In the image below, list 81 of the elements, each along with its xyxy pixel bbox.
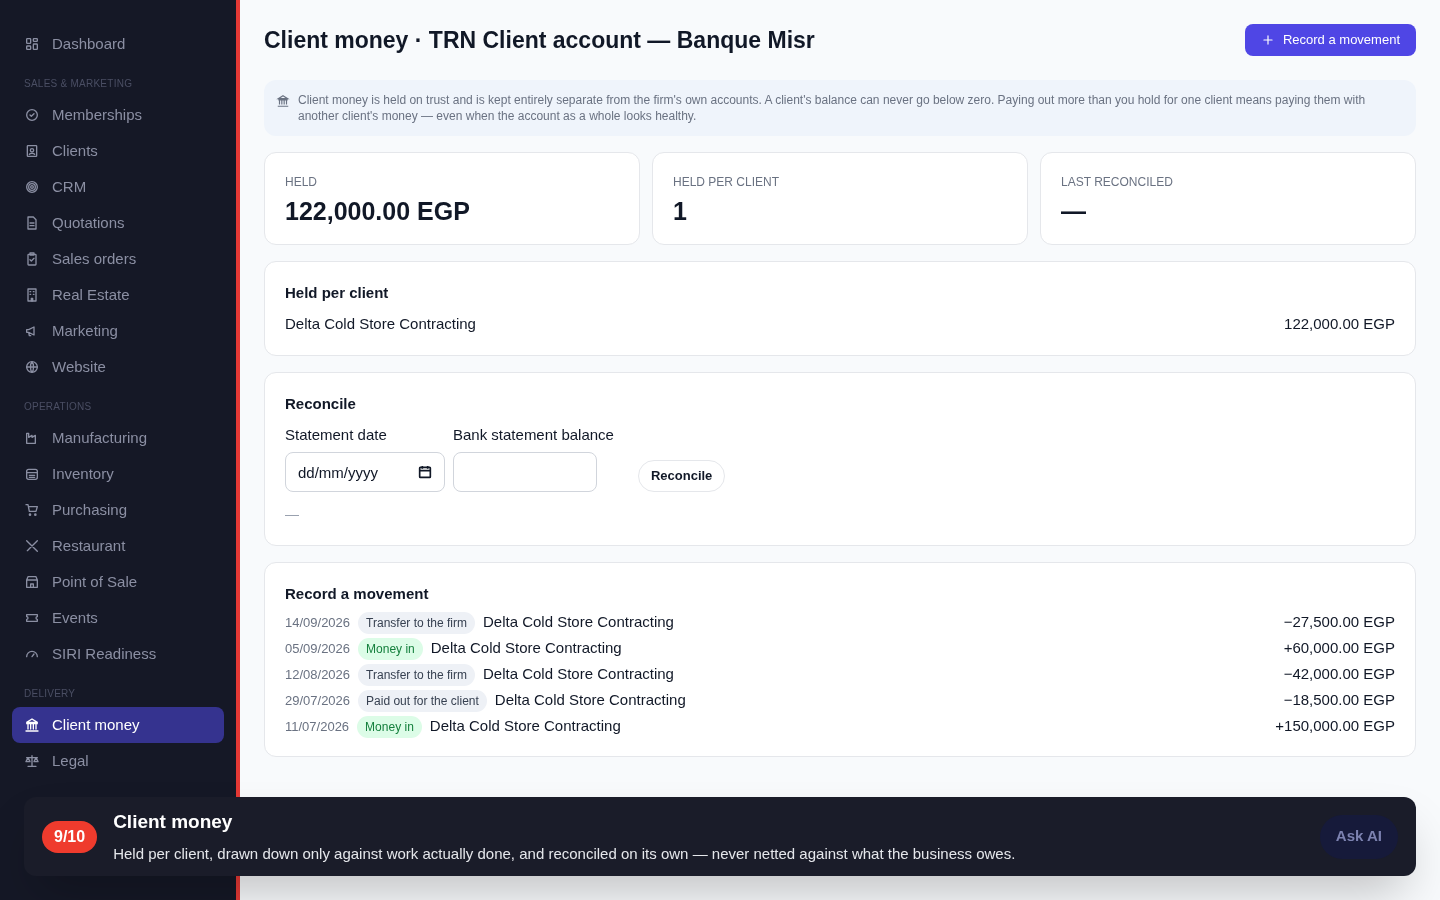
sidebar-item[interactable]: Marketing — [12, 313, 224, 349]
sidebar-item[interactable]: CRM — [12, 169, 224, 205]
stat-value: 1 — [673, 196, 688, 227]
sidebar-item[interactable]: Restaurant — [12, 528, 224, 564]
movement-amount: −42,000.00 EGP — [1283, 664, 1395, 685]
movement-date: 12/08/2026 — [285, 665, 351, 684]
card-title: Reconcile — [285, 394, 357, 414]
client-name: Delta Cold Store Contracting — [285, 313, 476, 334]
movement-date: 05/09/2026 — [285, 639, 351, 658]
movement-client: Delta Cold Store Contracting — [494, 690, 686, 711]
bank-icon — [24, 717, 40, 733]
step-badge: 9/10 — [42, 820, 98, 853]
movement-amount: −18,500.00 EGP — [1283, 690, 1395, 711]
sidebar-item[interactable]: Real Estate — [12, 277, 224, 313]
stat-label: LAST RECONCILED — [1061, 174, 1174, 191]
sidebar-item[interactable]: Inventory — [12, 456, 224, 492]
movement-date: 14/09/2026 — [285, 613, 351, 632]
movement-client: Delta Cold Store Contracting — [430, 638, 622, 659]
plus-icon — [1260, 33, 1275, 47]
movement-amount: +60,000.00 EGP — [1283, 638, 1395, 659]
client-amount: 122,000.00 EGP — [1284, 313, 1395, 334]
id-badge-icon — [24, 143, 40, 159]
stat-label: HELD — [285, 174, 318, 191]
movement-client: Delta Cold Store Contracting — [483, 664, 674, 685]
stat-value: 122,000.00 EGP — [285, 196, 471, 227]
tour-title: Client money — [113, 810, 234, 834]
sidebar-item[interactable]: Client money — [12, 707, 224, 743]
movement-type-tag: Money in — [357, 715, 422, 738]
page-title: Client money · TRN Client account — Banque Misr — [264, 25, 815, 55]
section-heading: SALES & MARKETING — [23, 77, 134, 91]
sidebar-item[interactable]: SIRI Readiness — [12, 636, 224, 672]
card-title: Record a movement — [285, 584, 430, 604]
movement-client: Delta Cold Store Contracting — [429, 716, 621, 737]
sidebar-item[interactable]: Manufacturing — [12, 420, 224, 456]
sidebar-item[interactable]: Legal — [12, 743, 224, 779]
balance-field[interactable] — [453, 452, 597, 492]
field-label: Bank statement balance — [453, 424, 614, 445]
reconcile-result: — — [285, 505, 300, 524]
sidebar-item[interactable]: Dashboard — [12, 26, 224, 62]
grid-icon — [24, 36, 40, 52]
clipboard-icon — [24, 251, 40, 267]
sidebar-item[interactable]: Point of Sale — [12, 564, 224, 600]
date-field[interactable]: dd/mm/yyyy — [285, 452, 445, 492]
store-icon — [24, 574, 40, 590]
stat-label: HELD PER CLIENT — [673, 174, 781, 191]
archive-icon — [24, 466, 40, 482]
document-icon — [24, 215, 40, 231]
sidebar-item[interactable]: Memberships — [12, 97, 224, 133]
sidebar-item[interactable]: Events — [12, 600, 224, 636]
scale-icon — [24, 753, 40, 769]
stat-value: — — [1061, 196, 1087, 227]
movement-amount: −27,500.00 EGP — [1283, 612, 1395, 633]
ask-ai-button[interactable]: Ask AI — [1319, 814, 1398, 859]
movement-type-tag: Paid out for the client — [358, 689, 487, 712]
sidebar-item[interactable]: Purchasing — [12, 492, 224, 528]
tour-text: Held per client, drawn down only against work actually done, and reconciled on its own — never netted against what the business owes. — [113, 843, 1016, 864]
movement-date: 11/07/2026 — [285, 717, 350, 736]
movement-client: Delta Cold Store Contracting — [483, 612, 674, 633]
notice-text: Client money is held on trust and is kept entirely separate from the firm's own accounts. A client's balance can never go below zero. Paying out more than you hold for one client means paying them with another client's money — even when the account as a whole looks healthy. — [298, 92, 1367, 124]
section-heading: DELIVERY — [23, 687, 77, 701]
field-label: Statement date — [285, 424, 388, 445]
movement-type-tag: Money in — [358, 637, 423, 660]
movement-date: 29/07/2026 — [285, 691, 351, 710]
sidebar-item[interactable]: Quotations — [12, 205, 224, 241]
movement-type-tag: Transfer to the firm — [358, 611, 475, 634]
sidebar-item[interactable]: Website — [12, 349, 224, 385]
calendar-icon — [417, 464, 433, 480]
sidebar-item[interactable]: Sales orders — [12, 241, 224, 277]
target-icon — [24, 179, 40, 195]
reconcile-button[interactable]: Reconcile — [637, 460, 726, 492]
record-movement-button[interactable]: Record a movement — [1244, 24, 1416, 56]
section-heading: OPERATIONS — [23, 400, 93, 414]
check-circle-icon — [24, 107, 40, 123]
bank-icon — [276, 94, 290, 108]
building-icon — [24, 287, 40, 303]
cart-icon — [24, 502, 40, 518]
sidebar-item[interactable]: Clients — [12, 133, 224, 169]
movement-type-tag: Transfer to the firm — [358, 663, 475, 686]
globe-icon — [24, 359, 40, 375]
card-title: Held per client — [285, 283, 390, 303]
movement-amount: +150,000.00 EGP — [1275, 716, 1395, 737]
